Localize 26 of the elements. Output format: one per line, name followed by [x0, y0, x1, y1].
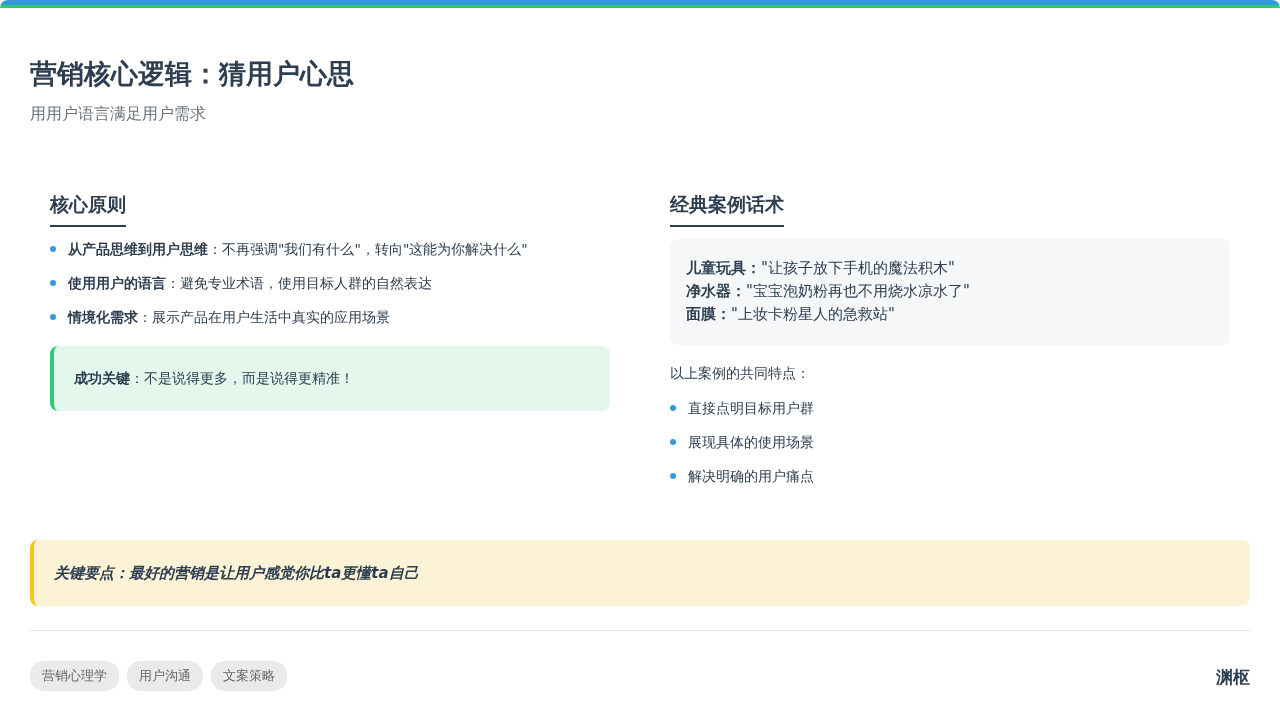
case-example: 面膜："上妆卡粉星人的急救站": [686, 304, 896, 326]
tag: 营销心理学: [30, 661, 119, 691]
bullet-icon: [670, 473, 676, 480]
bullet-icon: [670, 405, 676, 412]
case-example: 儿童玩具："让孩子放下手机的魔法积木": [686, 257, 956, 279]
section-heading: 核心原则: [50, 190, 126, 227]
success-callout: 成功关键：不是说得更多，而是说得更精准！: [50, 345, 610, 411]
feature-text: 展现具体的使用场景: [688, 432, 814, 452]
page-title: 营销核心逻辑：猜用户心思: [30, 58, 355, 91]
section-heading: 经典案例话术: [670, 190, 784, 227]
page-subtitle: 用用户语言满足用户需求: [30, 103, 207, 126]
feature-text: 直接点明目标用户群: [688, 398, 814, 418]
principle-text: 从产品思维到用户思维：不再强调"我们有什么"，转向"这能为你解决什么": [68, 239, 528, 259]
bullet-icon: [50, 280, 56, 287]
feature-text: 解决明确的用户痛点: [688, 466, 814, 486]
tag: 用户沟通: [127, 661, 203, 691]
brand-name: 渊枢: [1216, 666, 1250, 690]
bullet-icon: [50, 314, 56, 321]
key-point-callout: 关键要点：最好的营销是让用户感觉你比ta更懂ta自己: [30, 539, 1250, 607]
principle-text: 情境化需求：展示产品在用户生活中真实的应用场景: [68, 307, 390, 327]
tag: 文案策略: [211, 661, 287, 691]
case-example: 净水器："宝宝泡奶粉再也不用烧水凉水了": [686, 281, 971, 303]
principle-text: 使用用户的语言：避免专业术语，使用目标人群的自然表达: [68, 273, 432, 293]
features-intro: 以上案例的共同特点：: [670, 363, 811, 383]
bullet-icon: [670, 439, 676, 446]
bullet-icon: [50, 246, 56, 253]
